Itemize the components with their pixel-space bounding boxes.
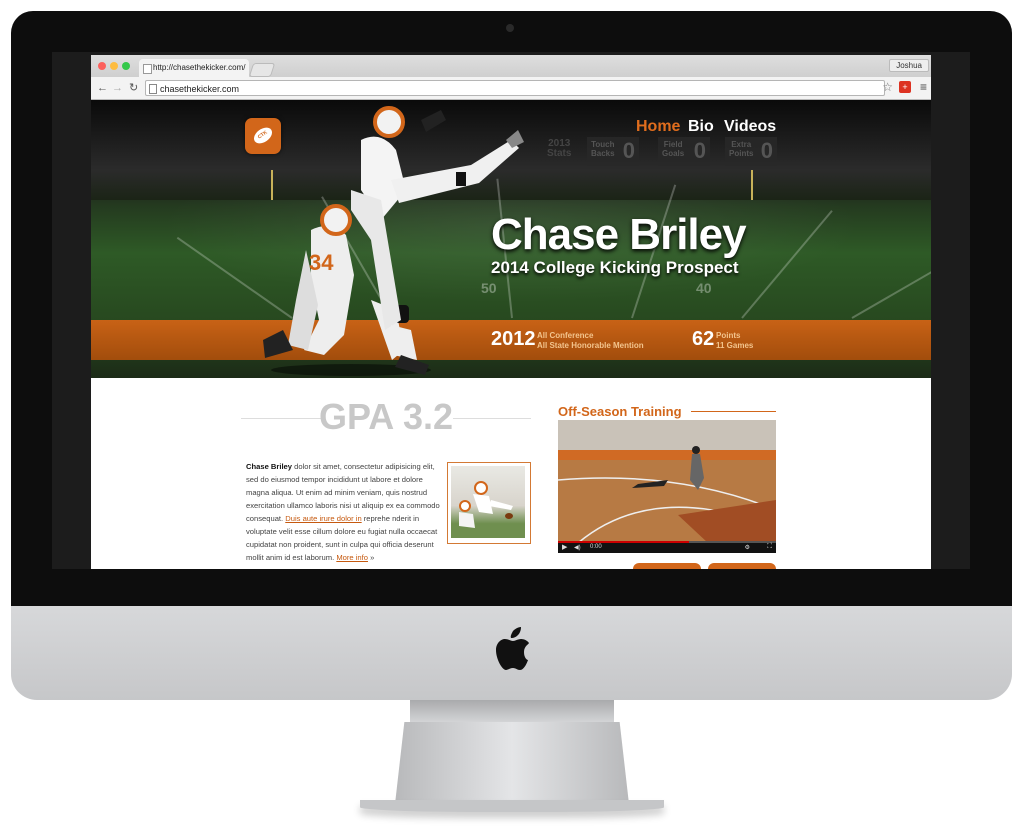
nav-videos[interactable]: Videos — [724, 118, 776, 136]
kicker-photo: 34 — [263, 106, 524, 376]
menu-icon[interactable]: ≡ — [920, 80, 927, 94]
jersey-number: 34 — [309, 250, 334, 275]
browser-toolbar: ← → ↻ chasethekicker.com ☆ + ≡ — [91, 77, 931, 100]
page-icon — [149, 84, 157, 94]
play-icon[interactable]: ▶ — [562, 543, 567, 551]
stat-extra-points: Extra Points 0 — [725, 137, 777, 166]
hero-banner: 50 40 CTK Home Bio Videos 2013 Stats Touc… — [91, 100, 931, 378]
bio-link[interactable]: Duis aute irure dolor in — [285, 514, 361, 523]
highlight-points: 62 — [692, 328, 715, 350]
address-url: chasethekicker.com — [160, 84, 240, 94]
address-bar[interactable]: chasethekicker.com — [145, 80, 885, 96]
page-icon — [143, 64, 152, 74]
new-tab-button[interactable] — [248, 63, 276, 77]
stat-field-goals: Field Goals 0 — [658, 137, 710, 166]
settings-icon[interactable]: ⚙ — [745, 544, 750, 551]
fullscreen-icon[interactable]: ⛶ — [767, 543, 772, 551]
video-player[interactable]: ▶ ◀) 0:00 ⚙ ⛶ — [558, 420, 776, 553]
reload-icon[interactable]: ↻ — [129, 81, 138, 95]
apple-logo-icon — [496, 627, 529, 670]
stats-heading: 2013 Stats — [547, 138, 572, 159]
video-controls: ▶ ◀) 0:00 ⚙ ⛶ — [558, 543, 776, 553]
forward-arrow-icon[interactable]: → — [112, 81, 123, 95]
orange-button[interactable] — [633, 563, 701, 569]
profile-button[interactable]: Joshua — [889, 59, 929, 72]
nav-home[interactable]: Home — [636, 118, 680, 136]
minimize-window-button[interactable] — [110, 62, 118, 70]
goalpost — [751, 170, 753, 200]
video-section-title: Off-Season Training — [558, 404, 682, 419]
highlight-text: All Conference — [537, 331, 594, 340]
tab-title: http://chasethekicker.com/ — [153, 63, 246, 72]
zoom-window-button[interactable] — [122, 62, 130, 70]
monitor-stand-foot — [360, 800, 664, 812]
orange-button[interactable] — [708, 563, 776, 569]
back-arrow-icon[interactable]: ← — [97, 81, 108, 95]
main-content: GPA 3.2 Chase Briley dolor sit amet, con… — [91, 378, 931, 569]
volume-icon[interactable]: ◀) — [574, 544, 581, 551]
highlight-text: All State Honorable Mention — [537, 341, 644, 350]
extension-icon[interactable]: + — [899, 81, 911, 93]
bio-thumbnail[interactable] — [447, 462, 531, 544]
gpa-heading: GPA 3.2 — [318, 396, 454, 437]
close-window-button[interactable] — [98, 62, 106, 70]
divider — [691, 411, 776, 412]
stat-touchbacks: Touch Backs 0 — [587, 137, 639, 166]
more-info-link[interactable]: More info — [336, 553, 368, 562]
tab-bar: http://chasethekicker.com/ Joshua — [91, 55, 931, 77]
video-frame — [558, 420, 776, 544]
field-number: 40 — [696, 280, 712, 296]
highlight-text: 11 Games — [716, 341, 754, 350]
bio-paragraph: Chase Briley dolor sit amet, consectetur… — [246, 462, 440, 562]
monitor-stand — [395, 722, 629, 804]
kicker-thumbnail-image — [459, 481, 513, 528]
monitor-neck — [410, 700, 614, 722]
bio-name: Chase Briley — [246, 462, 293, 471]
highlight-text: Points — [716, 331, 741, 340]
browser-tab[interactable]: http://chasethekicker.com/ — [139, 59, 249, 77]
nav-bio[interactable]: Bio — [688, 118, 714, 136]
bookmark-star-icon[interactable]: ☆ — [882, 80, 893, 94]
video-time: 0:00 — [590, 544, 602, 550]
browser-window: http://chasethekicker.com/ Joshua ← → ↻ … — [91, 55, 931, 569]
camera-icon — [506, 24, 514, 32]
